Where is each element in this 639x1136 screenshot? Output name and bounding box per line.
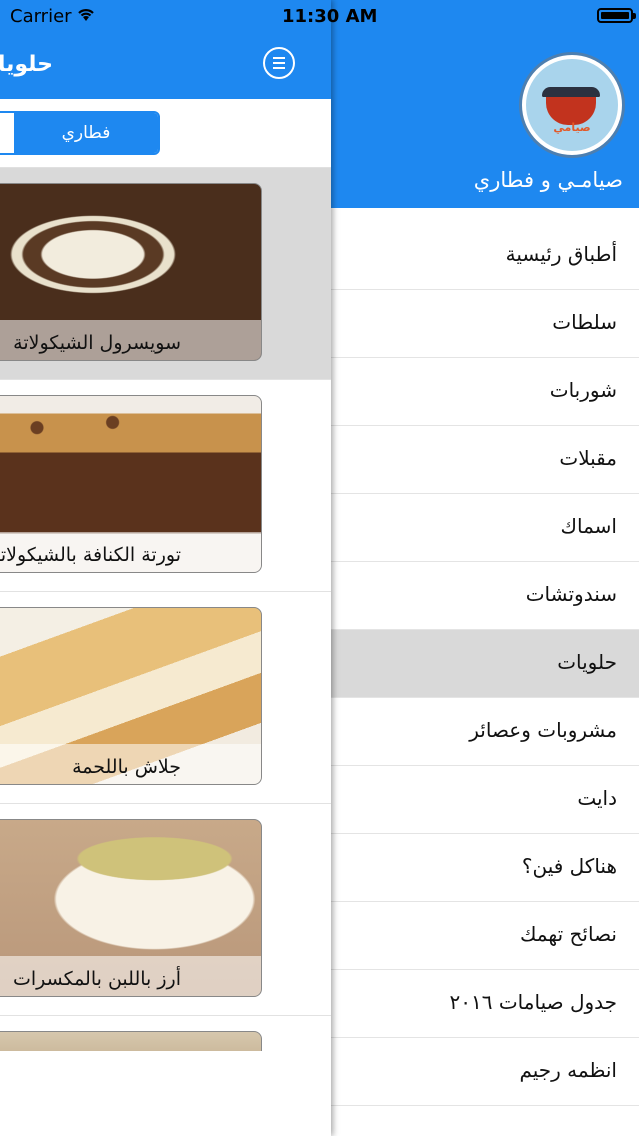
recipe-caption: أرز باللبن بالمكسرات — [12, 968, 181, 990]
menu-item-diet[interactable]: دايت — [331, 766, 639, 834]
list-item[interactable]: جلاش باللحمة — [0, 592, 331, 804]
menu-item-where-to-eat[interactable]: هناكل فين؟ — [331, 834, 639, 902]
recipe-image: تورتة الكنافة بالشيكولاتة — [0, 395, 262, 573]
side-drawer: صيامي صيامـي و فطاري أطباق رئيسية سلطات … — [331, 0, 639, 1136]
clock: 11:30 AM — [282, 6, 378, 27]
meal-segmented-control: فطاري — [0, 111, 160, 155]
list-item[interactable]: أرز باللبن بالمكسرات — [0, 804, 331, 1016]
recipe-caption: سويسرول الشيكولاتة — [13, 332, 181, 354]
segment-option-other[interactable] — [0, 113, 14, 153]
menu-item-appetizers[interactable]: مقبلات — [331, 426, 639, 494]
menu-item-fasting-schedule[interactable]: جدول صيامات ٢٠١٦ — [331, 970, 639, 1038]
menu-item-diet-plans[interactable]: انظمه رجيم — [331, 1038, 639, 1106]
battery-icon — [597, 8, 636, 23]
page-title: حلويات — [0, 52, 53, 77]
list-item[interactable]: تورتة الكنافة بالشيكولاتة — [0, 380, 331, 592]
recipe-image: أرز باللبن بالمكسرات — [0, 819, 262, 997]
menu-item-drinks[interactable]: مشروبات وعصائر — [331, 698, 639, 766]
recipe-image — [0, 1031, 262, 1051]
menu-item-main-dishes[interactable]: أطباق رئيسية — [331, 222, 639, 290]
app-name: صيامـي و فطاري — [473, 168, 623, 192]
list-item[interactable] — [0, 1016, 331, 1096]
recipe-list: سويسرول الشيكولاتة تورتة الكنافة بالشيكو… — [0, 168, 331, 1096]
drawer-menu: أطباق رئيسية سلطات شوربات مقبلات اسماك س… — [331, 222, 639, 1106]
recipe-caption: تورتة الكنافة بالشيكولاتة — [0, 544, 181, 566]
status-bar: Carrier 11:30 AM — [0, 0, 639, 33]
menu-item-salads[interactable]: سلطات — [331, 290, 639, 358]
recipe-image: جلاش باللحمة — [0, 607, 262, 785]
list-item[interactable]: سويسرول الشيكولاتة — [0, 168, 331, 380]
segment-bar: فطاري — [0, 99, 331, 168]
app-logo: صيامي — [519, 52, 625, 158]
menu-item-desserts[interactable]: حلويات — [331, 630, 639, 698]
menu-item-fish[interactable]: اسماك — [331, 494, 639, 562]
menu-item-sandwiches[interactable]: سندوتشات — [331, 562, 639, 630]
segment-option-breakfast[interactable]: فطاري — [14, 113, 158, 153]
carrier-label: Carrier — [10, 6, 72, 27]
menu-item-tips[interactable]: نصائح تهمك — [331, 902, 639, 970]
hamburger-icon[interactable] — [263, 47, 295, 79]
main-content: حلويات فطاري سويسرول الشيكولاتة تورتة ال… — [0, 0, 331, 1136]
wifi-icon — [76, 6, 96, 27]
recipe-caption: جلاش باللحمة — [72, 756, 181, 778]
recipe-image: سويسرول الشيكولاتة — [0, 183, 262, 361]
menu-item-soups[interactable]: شوربات — [331, 358, 639, 426]
